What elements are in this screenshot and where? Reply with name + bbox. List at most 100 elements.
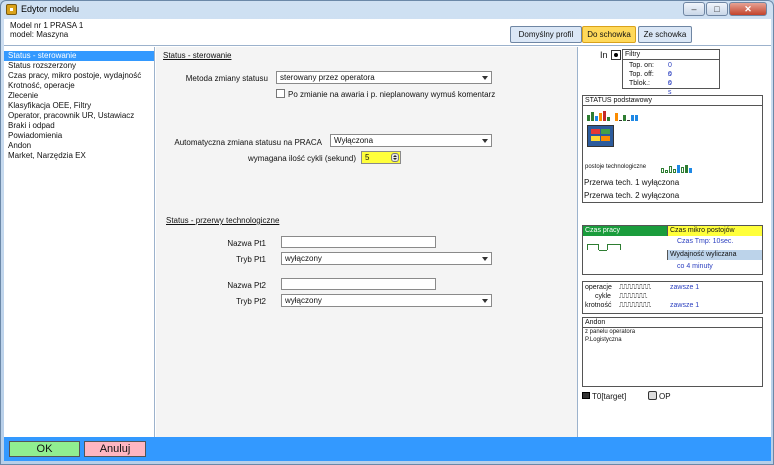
cykle-stepper[interactable]: 5 [361, 151, 401, 164]
metoda-select[interactable]: sterowany przez operatora [276, 71, 492, 84]
chevron-down-icon [482, 76, 488, 80]
andon-line-2: P.Logistyczna [585, 337, 622, 343]
tblok-label: Tblok.: [629, 80, 651, 87]
input-indicator-icon [611, 50, 621, 60]
auto-praca-value: Wyłączona [334, 136, 374, 145]
paste-from-clipboard-button[interactable]: Ze schowka [638, 26, 692, 43]
client-area: Model nr 1 PRASA 1 model: Maszyna Domyśl… [4, 19, 771, 461]
pt1-name-label: Nazwa Pt1 [227, 239, 266, 248]
window-title: Edytor modelu [21, 4, 80, 14]
przerwa-1-status: Przerwa tech. 1 wyłączona [584, 178, 680, 187]
flag-icon [582, 392, 590, 399]
sidebar-item-andon[interactable]: Andon [4, 141, 154, 151]
pt2-mode-label: Tryb Pt2 [236, 297, 266, 306]
operacje-zawsze: zawsze 1 [670, 284, 700, 291]
sidebar-item-braki[interactable]: Braki i odpad [4, 121, 154, 131]
chevron-down-icon [482, 139, 488, 143]
top-off-label: Top. off: [629, 71, 654, 78]
postoje-label: postoje technologiczne [585, 164, 647, 170]
andon-title: Andon [583, 318, 762, 328]
op-label: OP [659, 392, 671, 401]
section-title-sterowanie: Status - sterowanie [163, 51, 232, 60]
window-controls: – □ ✕ [683, 2, 767, 16]
main-form: Status - sterowanie Metoda zmiany status… [156, 47, 577, 437]
czas-pracy-header: Czas pracy [583, 226, 667, 236]
przerwa-2-status: Przerwa tech. 2 wyłączona [584, 191, 680, 200]
minimize-button[interactable]: – [683, 2, 705, 16]
sidebar-item-krotnosc[interactable]: Krotność, operacje [4, 81, 154, 91]
sidebar-item-czas-pracy[interactable]: Czas pracy, mikro postoje, wydajność [4, 71, 154, 81]
sidebar-item-powiadomienia[interactable]: Powiadomienia [4, 131, 154, 141]
pt2-name-input[interactable] [281, 278, 436, 290]
pt1-mode-value: wyłączony [285, 254, 322, 263]
krotnosc-pulse-icon: ⎍⎍⎍⎍⎍⎍⎍⎍ [619, 302, 651, 309]
sidebar-item-zlecenie[interactable]: Zlecenie [4, 91, 154, 101]
cykle-label-panel: cykle [595, 293, 611, 300]
cykle-label: wymagana ilość cykli (sekund) [247, 154, 356, 163]
spin-arrows-icon[interactable] [391, 153, 399, 162]
czas-tmp: Czas Tmp: 10sec. [677, 238, 734, 245]
footer-bar: OK Anuluj [4, 437, 771, 461]
work-pulse-icon [587, 242, 631, 252]
model-info: Model nr 1 PRASA 1 model: Maszyna [10, 21, 83, 39]
status-bars-icon [587, 110, 610, 121]
divider [4, 45, 771, 46]
operacje-label: operacje [585, 284, 612, 291]
pt1-name-input[interactable] [281, 236, 436, 248]
default-profile-button[interactable]: Domyślny profil [510, 26, 582, 43]
sidebar-item-status-sterowanie[interactable]: Status - sterowanie [4, 51, 154, 61]
app-window: Edytor modelu – □ ✕ Model nr 1 PRASA 1 m… [0, 0, 774, 465]
app-icon [6, 4, 17, 15]
operacje-pulse-icon: ⎍⎍⎍⎍⎍⎍⎍⎍ [619, 284, 651, 291]
target-label: T0[target] [592, 392, 627, 401]
operator-icon [648, 391, 657, 400]
awaria-checkbox[interactable] [276, 89, 285, 98]
sidebar-item-operator[interactable]: Operator, pracownik UR, Ustawiacz [4, 111, 154, 121]
andon-line-1: z panelu operatora [585, 329, 636, 335]
pt2-name-label: Nazwa Pt2 [227, 281, 266, 290]
sidebar-item-status-rozszerzony[interactable]: Status rozszerzony [4, 61, 154, 71]
section-title-przerwy: Status - przerwy technologiczne [166, 216, 280, 225]
pt2-mode-select[interactable]: wyłączony [281, 294, 492, 307]
krotnosc-zawsze: zawsze 1 [670, 302, 700, 309]
copy-to-clipboard-button[interactable]: Do schowka [582, 26, 636, 43]
chevron-down-icon [482, 257, 488, 261]
model-line: Model nr 1 PRASA 1 [10, 21, 84, 30]
filtry-title: Filtry [623, 50, 719, 60]
metoda-value: sterowany przez operatora [280, 73, 375, 82]
postoje-bars-icon [661, 162, 692, 173]
top-on-label: Top. on: [629, 62, 654, 69]
status-title: STATUS podstawowy [583, 96, 762, 106]
czas-mikro-header: Czas mikro postojów [667, 226, 762, 236]
pt1-mode-select[interactable]: wyłączony [281, 252, 492, 265]
status-box[interactable]: STATUS podstawowy postoje technologiczne [582, 95, 763, 203]
cykle-pulse-icon: ⎍⎍⎍⎍⎍⎍⎍ [619, 293, 647, 300]
close-button[interactable]: ✕ [729, 2, 767, 16]
title-bar[interactable]: Edytor modelu – □ ✕ [1, 1, 773, 19]
in-label: In [600, 50, 608, 60]
czas-pracy-box[interactable]: Czas pracy Czas mikro postojów Czas Tmp:… [582, 225, 763, 275]
operacje-box[interactable]: operacje ⎍⎍⎍⎍⎍⎍⎍⎍ zawsze 1 cykle ⎍⎍⎍⎍⎍⎍⎍… [582, 281, 763, 314]
maximize-button[interactable]: □ [706, 2, 728, 16]
metoda-label: Metoda zmiany statusu [185, 74, 268, 83]
model-name: model: Maszyna [10, 30, 69, 39]
cancel-button[interactable]: Anuluj [84, 441, 146, 457]
andon-box[interactable]: Andon z panelu operatora P.Logistyczna [582, 317, 763, 387]
sidebar-item-market[interactable]: Market, Narzędzia EX [4, 151, 154, 161]
timeline-icon [615, 110, 638, 121]
auto-praca-select[interactable]: Wyłączona [330, 134, 492, 147]
wydajnosc-value: co 4 minuty [677, 263, 713, 270]
sidebar: Status - sterowanie Status rozszerzony C… [4, 47, 155, 437]
chevron-down-icon [482, 299, 488, 303]
ok-button[interactable]: OK [9, 441, 80, 457]
auto-praca-label: Automatyczna zmiana statusu na PRACA [174, 138, 322, 147]
pt2-mode-value: wyłączony [285, 296, 322, 305]
filtry-box[interactable]: Filtry Top. on: 0 s Top. off: 0 s Tblok.… [622, 49, 720, 96]
sidebar-item-klasyfikacja-oee[interactable]: Klasyfikacja OEE, Filtry [4, 101, 154, 111]
pt1-mode-label: Tryb Pt1 [236, 255, 266, 264]
wydajnosc-header: Wydajność wyliczana [667, 250, 762, 260]
cykle-value: 5 [365, 153, 370, 162]
monitor-icon [587, 125, 614, 147]
krotnosc-label: krotność [585, 302, 612, 309]
status-preview-panel: In Filtry Top. on: 0 s Top. off: 0 s Tbl… [577, 47, 771, 437]
